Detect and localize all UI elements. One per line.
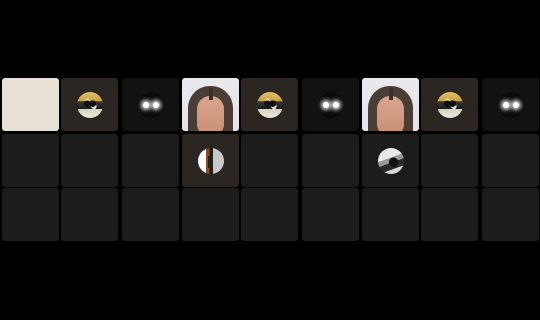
board-3-cell-1[interactable] — [362, 78, 419, 131]
board-2-cell-4[interactable] — [182, 134, 239, 187]
board-2-cell-3[interactable] — [302, 78, 359, 131]
board-2-cell-6[interactable] — [302, 134, 359, 187]
glow-token-icon[interactable] — [497, 91, 524, 118]
photo-token-icon[interactable] — [256, 91, 283, 118]
board-1-cell-5[interactable] — [61, 134, 118, 187]
bw-token-icon[interactable] — [377, 147, 404, 174]
glow-token-icon[interactable] — [317, 91, 344, 118]
board-2-cell-1[interactable] — [182, 78, 239, 131]
board-1-cell-9[interactable] — [122, 188, 179, 241]
board-3-cell-2[interactable] — [421, 78, 478, 131]
board-3-cell-6[interactable] — [482, 134, 539, 187]
board-1-cell-6[interactable] — [122, 134, 179, 187]
board-1-cell-3[interactable] — [122, 78, 179, 131]
board-3-cell-5[interactable] — [421, 134, 478, 187]
board-1-cell-1[interactable] — [2, 78, 59, 131]
photo-token-icon[interactable] — [436, 91, 463, 118]
board-2-cell-2[interactable] — [241, 78, 298, 131]
board-2-cell-9[interactable] — [302, 188, 359, 241]
board-3-cell-3[interactable] — [482, 78, 539, 131]
photo-token-icon[interactable] — [76, 91, 103, 118]
board-3-cell-4[interactable] — [362, 134, 419, 187]
board-3-cell-8[interactable] — [421, 188, 478, 241]
board-2-cell-7[interactable] — [182, 188, 239, 241]
glow-token-icon[interactable] — [137, 91, 164, 118]
board-1-cell-7[interactable] — [2, 188, 59, 241]
board-2-cell-8[interactable] — [241, 188, 298, 241]
board-2-cell-5[interactable] — [241, 134, 298, 187]
board-3-cell-9[interactable] — [482, 188, 539, 241]
board-3-cell-7[interactable] — [362, 188, 419, 241]
board-1-cell-2[interactable] — [61, 78, 118, 131]
door-token-icon[interactable] — [197, 147, 224, 174]
player-face-image — [182, 78, 239, 131]
board-1-cell-8[interactable] — [61, 188, 118, 241]
board-1-cell-4[interactable] — [2, 134, 59, 187]
player-face-image — [362, 78, 419, 131]
